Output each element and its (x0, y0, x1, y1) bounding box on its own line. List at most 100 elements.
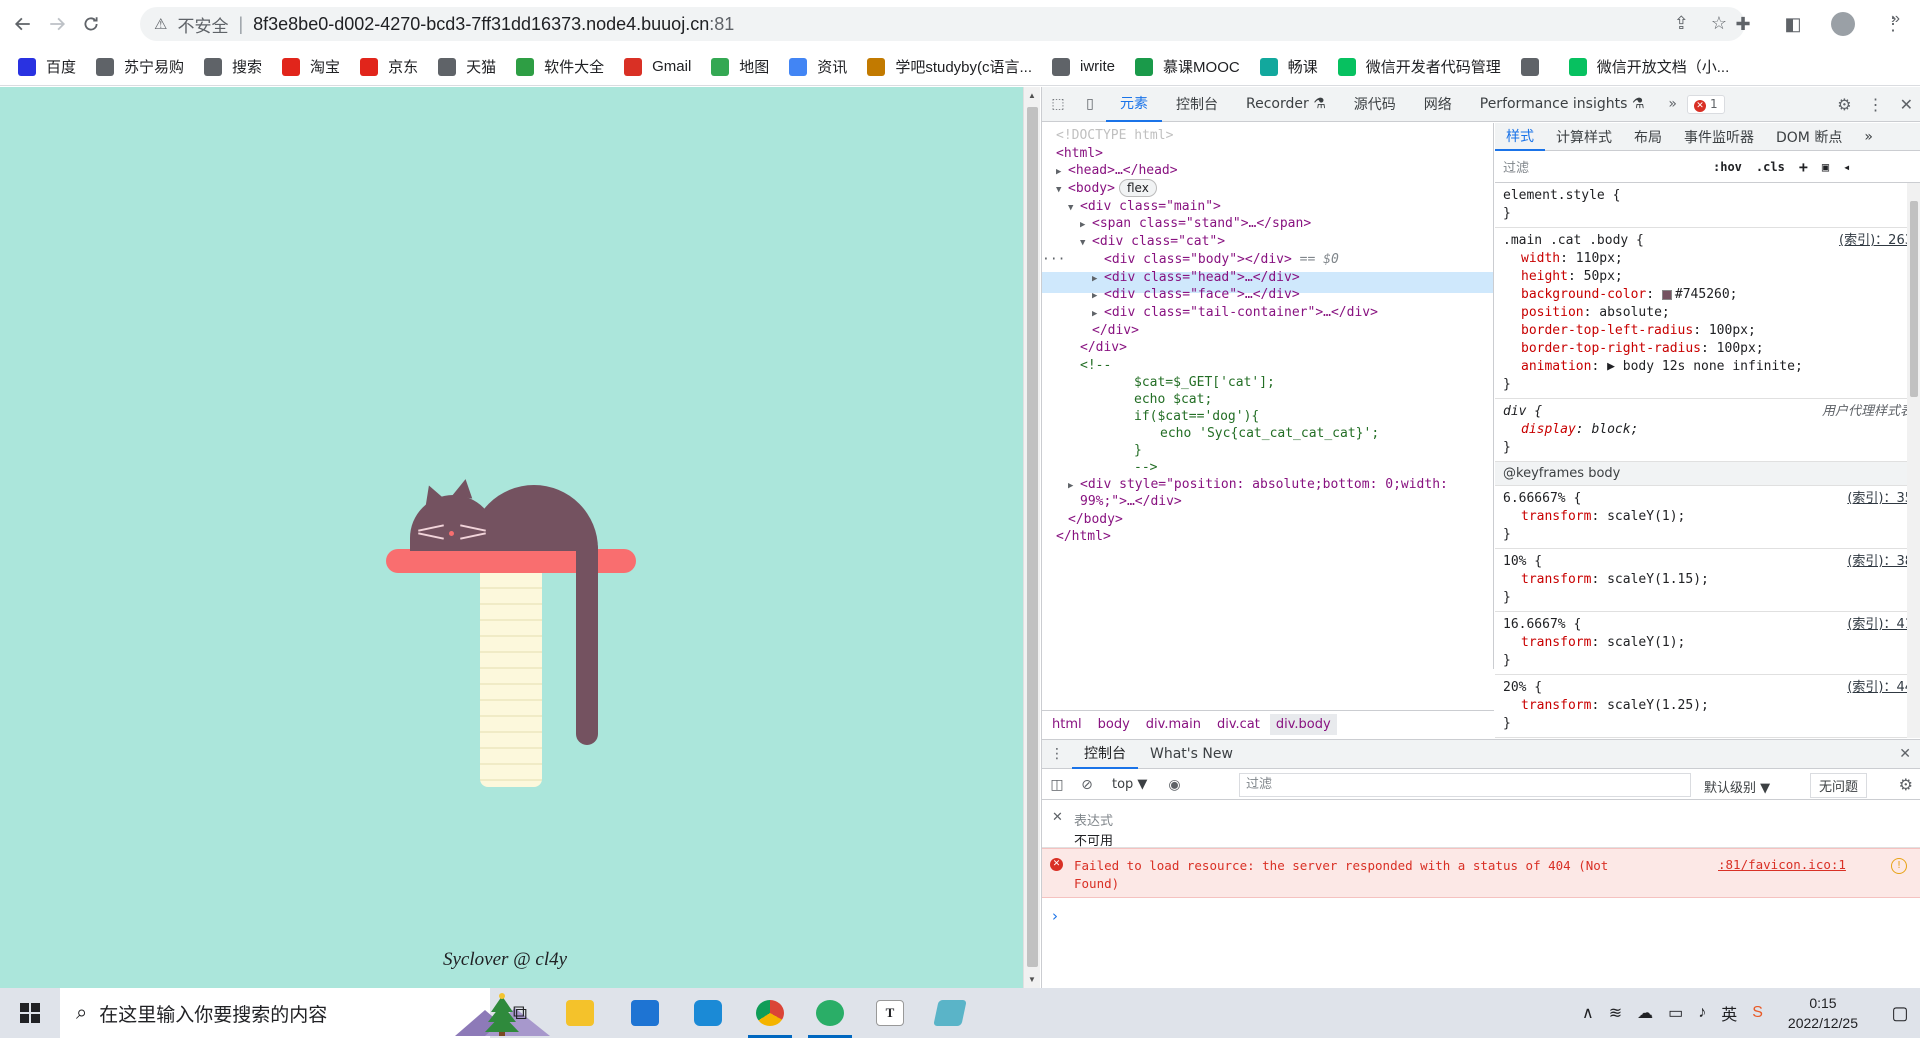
issues-button[interactable]: 无问题 (1810, 773, 1868, 798)
css-property[interactable]: position: absolute; (1503, 304, 1913, 322)
clear-console-icon[interactable]: ⊘ (1072, 777, 1102, 793)
bookmark-item[interactable]: 微信开放文档（小... (1568, 56, 1729, 77)
cloud-icon[interactable]: ☁ (1637, 1003, 1653, 1023)
keyframe-rule[interactable]: 16.6667% {(索引)：41 transform: scaleY(1);} (1495, 612, 1920, 675)
devtools-menu-icon[interactable]: ⋮ (1868, 95, 1884, 114)
context-selector[interactable]: top ▼ (1112, 777, 1147, 792)
bookmark-star-icon[interactable]: ☆ (1711, 13, 1727, 34)
taskbar-clock[interactable]: 0:15 2022/12/25 (1788, 993, 1858, 1033)
console-settings-gear-icon[interactable]: ⚙ (1899, 775, 1913, 794)
bookmark-item[interactable]: 淘宝 (282, 56, 340, 77)
notification-center-icon[interactable]: ▢ (1880, 1003, 1920, 1024)
bookmark-item[interactable] (1520, 57, 1549, 76)
console-filter-input[interactable]: 过滤 (1239, 773, 1691, 797)
css-property[interactable]: width: 110px; (1503, 250, 1913, 268)
taskbar-search[interactable]: ⌕ 在这里输入你要搜索的内容 (60, 988, 550, 1038)
css-property[interactable]: height: 50px; (1503, 268, 1913, 286)
start-button[interactable] (0, 988, 60, 1038)
profile-avatar[interactable] (1826, 7, 1860, 41)
sidebar-toggle-icon[interactable]: ◂ (1843, 160, 1850, 174)
bookmark-item[interactable]: 微信开发者代码管理 (1337, 56, 1501, 77)
bookmarks-overflow-icon[interactable]: » (1891, 10, 1900, 28)
typora-app[interactable]: T (860, 988, 920, 1038)
computed-styles-icon[interactable]: ▣ (1822, 160, 1829, 174)
styles-scrollbar[interactable] (1907, 183, 1920, 738)
elements-tree[interactable]: <!DOCTYPE html> <html> ▶ <head>…</head> ▼… (1042, 123, 1494, 669)
keyframe-source-link[interactable]: (索引)：35 (1847, 490, 1913, 508)
css-property[interactable]: background-color: #745260; (1503, 286, 1913, 304)
breadcrumb-item[interactable]: div.main (1146, 717, 1201, 732)
bookmark-item[interactable]: 软件大全 (516, 56, 604, 77)
breadcrumb-item[interactable]: body (1098, 717, 1130, 732)
scroll-up-arrow-icon[interactable]: ▲ (1028, 91, 1036, 100)
console-sidebar-icon[interactable]: ◫ (1042, 777, 1072, 793)
css-property[interactable]: animation: ▶ body 12s none infinite; (1503, 358, 1913, 376)
remove-expression-icon[interactable]: ✕ (1052, 810, 1063, 825)
keyframe-rule[interactable]: 10% {(索引)：38 transform: scaleY(1.15);} (1495, 549, 1920, 612)
keyframe-rule[interactable]: 6.66667% {(索引)：35 transform: scaleY(1);} (1495, 486, 1920, 549)
bookmark-item[interactable]: 百度 (18, 56, 76, 77)
keyframe-property[interactable]: transform: scaleY(1); (1503, 508, 1913, 526)
bookmark-item[interactable]: 天猫 (438, 56, 496, 77)
devtools-tab[interactable]: Recorder ⚗ (1232, 87, 1340, 122)
styles-subtab[interactable]: 事件监听器 (1673, 123, 1765, 151)
inspect-element-icon[interactable]: ⬚ (1042, 88, 1074, 120)
reload-button[interactable] (74, 7, 108, 41)
ime-indicator[interactable]: 英 (1721, 1001, 1737, 1025)
bookmark-item[interactable]: Gmail (624, 57, 691, 76)
speaker-icon[interactable]: ♪ (1698, 1004, 1706, 1022)
insights-bulb-icon[interactable]: ! (1891, 858, 1907, 874)
side-panel-icon[interactable]: ◧ (1776, 7, 1810, 41)
device-toolbar-icon[interactable]: ▯ (1074, 88, 1106, 120)
bookmark-item[interactable]: 苏宁易购 (96, 56, 184, 77)
console-prompt[interactable]: › (1052, 907, 1058, 925)
drawer-tab-whats-new[interactable]: What's New (1138, 739, 1245, 769)
breadcrumb-item[interactable]: div.cat (1217, 717, 1260, 732)
forward-button[interactable] (40, 7, 74, 41)
rule-source-link[interactable]: (索引)：263 (1839, 232, 1913, 250)
bookmark-item[interactable]: 资讯 (789, 56, 847, 77)
browser-app-blue[interactable] (678, 988, 738, 1038)
keyframe-source-link[interactable]: (索引)：38 (1847, 553, 1913, 571)
address-bar[interactable]: ⚠ 不安全 | 8f3e8be0-d002-4270-bcd3-7ff31dd1… (140, 7, 1745, 41)
devtools-tab[interactable]: 源代码 (1340, 87, 1410, 122)
bookmark-item[interactable]: iwrite (1052, 57, 1115, 76)
devtools-tab[interactable]: Performance insights ⚗ (1466, 87, 1659, 122)
share-icon[interactable]: ⇪ (1674, 13, 1689, 34)
chrome-app[interactable] (740, 988, 800, 1038)
css-property[interactable]: border-top-right-radius: 100px; (1503, 340, 1913, 358)
keyframe-source-link[interactable]: (索引)：41 (1847, 616, 1913, 634)
styles-scroll-thumb[interactable] (1910, 201, 1918, 397)
error-source-link[interactable]: :81/favicon.ico:1 (1718, 857, 1846, 872)
hov-toggle[interactable]: :hov (1713, 160, 1742, 174)
close-devtools-icon[interactable]: ✕ (1900, 95, 1913, 114)
page-scrollbar[interactable]: ▲ ▼ (1023, 87, 1040, 988)
expand-triangle-icon[interactable]: ▶ (1068, 476, 1080, 498)
breadcrumb-item[interactable]: div.body (1269, 714, 1337, 735)
styles-subtab[interactable]: 计算样式 (1545, 123, 1623, 151)
notes-app[interactable] (920, 988, 980, 1038)
close-drawer-icon[interactable]: ✕ (1899, 746, 1911, 762)
cls-toggle[interactable]: .cls (1756, 160, 1785, 174)
keyframe-rule[interactable]: 20% {(索引)：44 transform: scaleY(1.25);} (1495, 675, 1920, 738)
keyframe-property[interactable]: transform: scaleY(1); (1503, 634, 1913, 652)
collapse-triangle-icon[interactable]: ▼ (1056, 180, 1068, 202)
comment-open[interactable]: <!-- (1080, 355, 1111, 377)
bookmark-item[interactable]: 学吧studyby(c语言... (867, 56, 1032, 77)
bookmark-item[interactable]: 搜索 (204, 56, 262, 77)
battery-icon[interactable]: ▭ (1668, 1003, 1683, 1023)
element-style-rule[interactable]: element.style { } (1495, 183, 1920, 228)
styles-subtab[interactable]: DOM 断点 (1765, 123, 1853, 151)
bookmark-item[interactable]: 京东 (360, 56, 418, 77)
page-scroll-thumb[interactable] (1027, 107, 1038, 967)
tray-expand-chevron-icon[interactable]: ∧ (1582, 1003, 1594, 1023)
devtools-tab[interactable]: 元素 (1106, 87, 1162, 122)
more-tabs-icon[interactable]: » (1668, 96, 1677, 112)
css-property[interactable]: border-top-left-radius: 100px; (1503, 322, 1913, 340)
bookmark-item[interactable]: 地图 (711, 56, 769, 77)
new-rule-plus-icon[interactable]: + (1799, 158, 1808, 176)
styles-filter-input[interactable]: 过滤 (1503, 157, 1699, 176)
breadcrumb-item[interactable]: html (1052, 717, 1082, 732)
keyframe-source-link[interactable]: (索引)：44 (1847, 679, 1913, 697)
back-button[interactable] (6, 7, 40, 41)
